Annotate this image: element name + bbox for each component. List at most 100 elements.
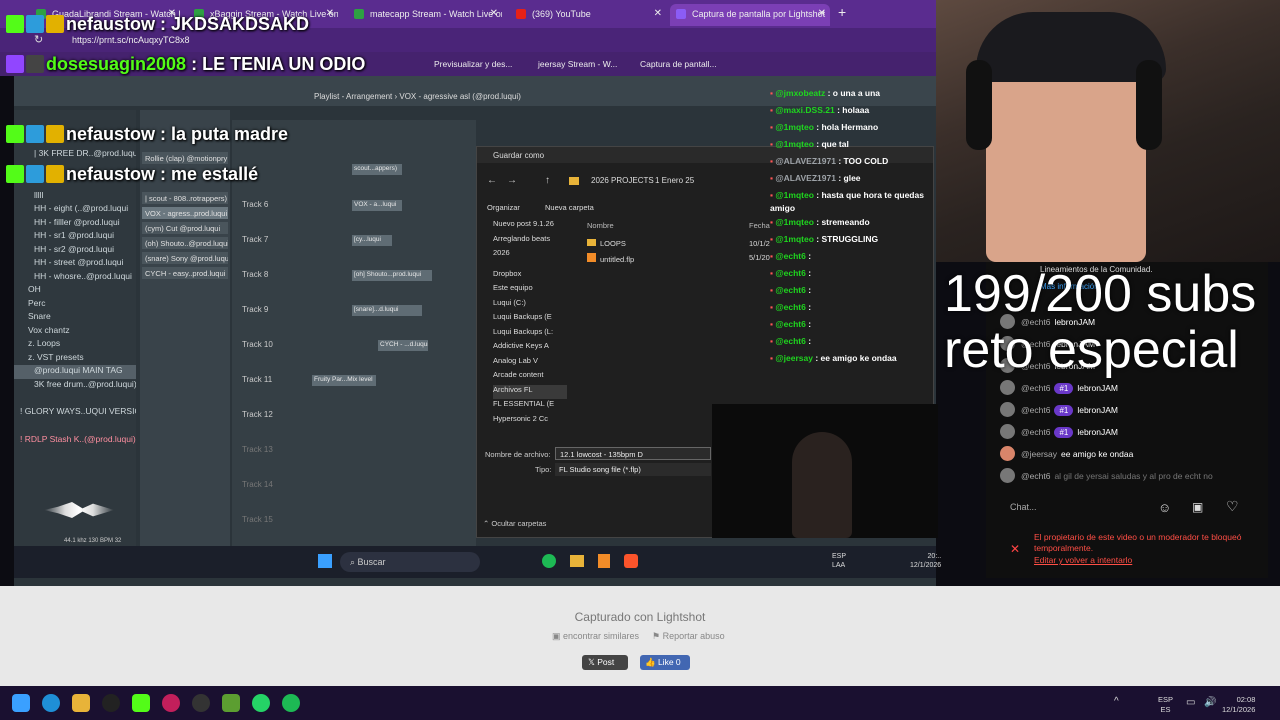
channel-item[interactable]: CYCH - easy..prod.luqui (142, 267, 228, 279)
sidebar-item[interactable]: 2026 (493, 248, 567, 263)
taskbar-search[interactable]: ⌕ Buscar (340, 552, 480, 572)
browser-item[interactable]: @prod.luqui MAIN TAG (14, 365, 136, 379)
volume-icon[interactable]: 🔊 (1204, 697, 1216, 708)
browser-item[interactable]: z. VST presets (14, 352, 136, 366)
sidebar-item[interactable]: Luqui Backups (L: (493, 327, 567, 342)
sidebar-item[interactable]: Este equipo (493, 283, 567, 298)
back-icon[interactable]: ← (487, 175, 497, 186)
new-tab-button[interactable]: + (838, 4, 846, 20)
playlist-clip[interactable]: [snare]...d.luqui (352, 305, 422, 316)
column-name[interactable]: Nombre (587, 221, 614, 230)
file-row[interactable]: untitled.flp (587, 253, 634, 264)
up-icon[interactable]: ↑ (545, 175, 550, 186)
tray-chevron-icon[interactable]: ^ (1114, 696, 1119, 707)
tab-3[interactable]: (369) YouTube ✕ (510, 4, 666, 26)
browser-item[interactable]: HH - filller @prod.luqui (14, 217, 136, 231)
heart-icon[interactable]: ♡ (1226, 498, 1239, 515)
retry-link[interactable]: Editar y volver a intentarlo (1034, 555, 1132, 565)
filename-input[interactable]: 12.1 lowcost - 135bpm D (555, 447, 711, 460)
minecraft-icon[interactable] (222, 694, 240, 712)
playlist-clip[interactable]: [oh] Shouto...prod.luqui (352, 270, 432, 281)
folder-icon[interactable] (570, 555, 584, 567)
chat-input[interactable]: Chat... (1010, 502, 1160, 512)
windows-icon[interactable] (12, 694, 30, 712)
sidebar-item[interactable]: Dropbox (493, 269, 567, 284)
tab-4[interactable]: Captura de pantalla por Lightshot ✕ (670, 4, 830, 26)
hide-folders-button[interactable]: ⌃ Ocultar carpetas (483, 519, 546, 528)
lang-indicator[interactable]: ESP LAA (832, 552, 846, 570)
playlist-clip[interactable]: [cy...luqui (352, 235, 392, 246)
playlist-clip[interactable]: CYCH - ...d.luqui (378, 340, 428, 351)
browser-item[interactable]: lllll (14, 190, 136, 204)
channel-item[interactable]: (snare) Sony @prod.luqui (142, 252, 228, 264)
browser-item[interactable]: HH - whosre..@prod.luqui (14, 271, 136, 285)
fb-like-button[interactable]: 👍 Like 0 (640, 655, 690, 670)
close-icon[interactable]: ✕ (326, 8, 334, 19)
browser-item[interactable]: HH - street @prod.luqui (14, 257, 136, 271)
browser-item[interactable]: Snare (14, 311, 136, 325)
browser-item[interactable]: | 3K FREE DR..@prod.luqui) (14, 148, 136, 162)
host-clock[interactable]: 02:08 12/1/2026 (1222, 695, 1255, 715)
browser-item[interactable]: HH - sr2 @prod.luqui (14, 244, 136, 258)
emoji-icon[interactable]: ☺ (1158, 500, 1171, 515)
close-icon[interactable]: ✕ (818, 8, 826, 19)
kick-icon[interactable] (132, 694, 150, 712)
browser-item[interactable]: ! GLORY WAYS..UQUI VERSION (14, 406, 136, 420)
browser-item[interactable]: Perc (14, 298, 136, 312)
sidebar-item[interactable]: Archivos FL (493, 384, 567, 399)
address-input[interactable]: https://prnt.sc/ncAuqxyTC8x8 (72, 35, 190, 45)
forward-icon[interactable]: → (507, 175, 517, 186)
brave-icon[interactable] (624, 554, 638, 568)
browser-item[interactable]: Vox chantz (14, 325, 136, 339)
x-post-button[interactable]: 𝕏 Post (582, 655, 628, 670)
close-icon[interactable]: ✕ (490, 8, 498, 19)
sidebar-item[interactable]: Hypersonic 2 Cc (493, 414, 567, 429)
windows-icon[interactable] (318, 554, 332, 568)
tab-2[interactable]: matecapp Stream - Watch Live on ✕ (348, 4, 502, 26)
network-icon[interactable]: ▭ (1186, 697, 1195, 708)
sidebar-item[interactable]: Arreglando beats (493, 234, 567, 249)
channel-item[interactable]: (oh) Shouto..@prod.luqui (142, 237, 228, 249)
channel-item[interactable]: VOX - agress..prod.luqui (142, 207, 228, 219)
column-date[interactable]: Fecha (749, 221, 770, 230)
steam-icon[interactable] (102, 694, 120, 712)
file-row[interactable]: LOOPS (587, 239, 626, 248)
type-select[interactable]: FL Studio song file (*.flp) (555, 463, 711, 476)
browser-item[interactable]: 3K free drum..@prod.luqui) (14, 379, 136, 393)
bookmark-1[interactable]: jeersay Stream - W... (538, 59, 617, 69)
sidebar-item[interactable]: FL ESSENTIAL (E (493, 399, 567, 414)
sidebar-item[interactable]: Nuevo post 9.1.26 (493, 219, 567, 234)
folder-icon[interactable] (72, 694, 90, 712)
sidebar-item[interactable]: Luqui (C:) (493, 298, 567, 313)
report-link[interactable]: ⚑ Reportar abuso (652, 631, 725, 642)
browser-item[interactable]: z. Loops (14, 338, 136, 352)
sidebar-item[interactable]: Addictive Keys A (493, 341, 567, 356)
breadcrumb-0[interactable]: 2026 PROJECTS (591, 176, 654, 185)
browser-item[interactable]: HH - sr1 @prod.luqui (14, 230, 136, 244)
similar-link[interactable]: ▣ encontrar similares (552, 631, 639, 642)
breadcrumb-1[interactable]: 1 Enero 25 (655, 176, 694, 185)
organize-button[interactable]: Organizar (487, 203, 520, 212)
bookmark-0[interactable]: Previsualizar y des... (434, 59, 512, 69)
obs-icon[interactable] (192, 694, 210, 712)
channel-item[interactable]: (cym) Cut @prod.luqui (142, 222, 228, 234)
playlist-clip[interactable]: VOX - a...luqui (352, 200, 402, 211)
playlist-clip[interactable]: scout...appers) (352, 164, 402, 175)
whatsapp-icon[interactable] (252, 694, 270, 712)
channel-item[interactable]: | scout - 808..rotrappers) (142, 192, 228, 204)
playlist-clip[interactable]: Fruity Par...Mix level (312, 375, 376, 386)
opera-icon[interactable] (162, 694, 180, 712)
channel-item[interactable]: Rollie (clap) @motionpry (142, 152, 228, 164)
new-folder-button[interactable]: Nueva carpeta (545, 203, 594, 212)
super-chat-icon[interactable]: ▣ (1192, 500, 1203, 514)
sidebar-item[interactable]: Luqui Backups (E (493, 312, 567, 327)
spotify-icon[interactable] (542, 554, 556, 568)
fl-studio-icon[interactable] (598, 554, 610, 568)
host-lang[interactable]: ESP ES (1158, 695, 1173, 715)
sidebar-item[interactable]: Analog Lab V (493, 356, 567, 371)
bookmark-2[interactable]: Captura de pantall... (640, 59, 717, 69)
spotify-icon[interactable] (282, 694, 300, 712)
clock[interactable]: 20:.. 12/1/2026 (910, 552, 941, 570)
browser-item[interactable]: OH (14, 284, 136, 298)
close-icon[interactable]: ✕ (654, 8, 662, 19)
